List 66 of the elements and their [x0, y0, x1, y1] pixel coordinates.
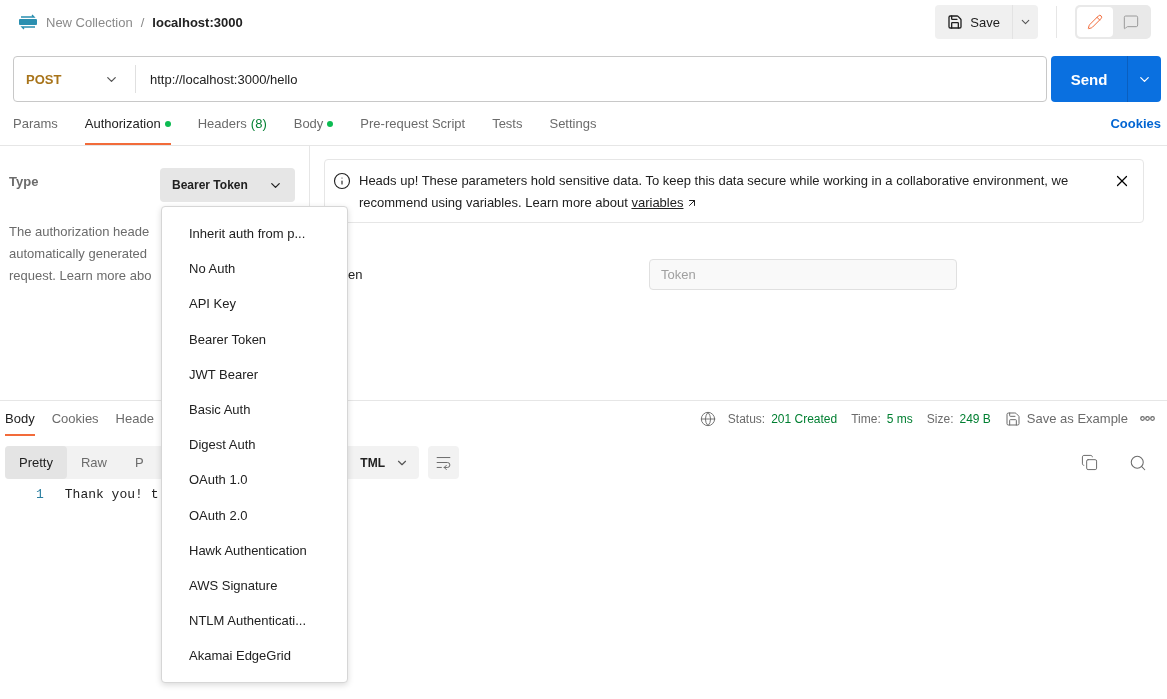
- token-field[interactable]: Token: [649, 259, 957, 290]
- menu-item[interactable]: Basic Auth: [162, 391, 347, 428]
- view-mode-tab[interactable]: P: [121, 446, 158, 479]
- breadcrumb-separator: /: [140, 14, 145, 30]
- wrap-button[interactable]: [428, 446, 459, 479]
- time-value: 5 ms: [886, 411, 913, 426]
- menu-item[interactable]: Akamai EdgeGrid: [162, 638, 347, 674]
- more-button[interactable]: [1140, 416, 1155, 421]
- menu-item[interactable]: Bearer Token: [162, 321, 347, 357]
- menu-item[interactable]: OAuth 1.0: [162, 462, 347, 498]
- globe-icon: [699, 410, 716, 427]
- collection-link[interactable]: New Collection: [46, 14, 133, 30]
- menu-item[interactable]: AWS Signature: [162, 567, 347, 604]
- size-value: 249 B: [959, 411, 991, 426]
- response-tab[interactable]: Body: [5, 401, 35, 436]
- copy-button[interactable]: [1081, 454, 1098, 471]
- save-example-button[interactable]: Save as Example: [1004, 410, 1134, 427]
- token-label: en: [348, 267, 364, 282]
- size-label: Size:: [926, 411, 954, 426]
- request-tab[interactable]: Tests: [492, 102, 523, 145]
- pencil-icon: [1087, 14, 1103, 30]
- auth-type-select[interactable]: Bearer Token: [160, 168, 295, 202]
- menu-item[interactable]: Digest Auth: [162, 427, 347, 463]
- menu-item[interactable]: OAuth 2.0: [162, 497, 347, 533]
- banner-text: Heads up! These parameters hold sensitive data. To keep this data secure while working in a collaborative environment, we recommend using variables. Learn more about variables: [359, 170, 1105, 214]
- info-icon: [333, 172, 351, 190]
- method-select[interactable]: POST: [14, 65, 136, 93]
- menu-item[interactable]: Hawk Authentication: [162, 532, 347, 568]
- request-tab[interactable]: Authorization: [84, 102, 171, 145]
- response-tab[interactable]: Cookies: [51, 401, 99, 436]
- save-icon: [1004, 410, 1021, 427]
- line-number: 1: [36, 487, 44, 502]
- save-icon: [947, 14, 964, 30]
- variables-link[interactable]: variables: [631, 192, 699, 214]
- description-line: automatically generated: [9, 246, 148, 262]
- url-field[interactable]: POST http://localhost:3000/hello: [13, 56, 1047, 102]
- copy-icon: [1081, 454, 1098, 471]
- menu-item[interactable]: API Key: [162, 286, 347, 322]
- status-label: Status:: [727, 411, 766, 426]
- view-mode-tab[interactable]: Pretty: [5, 446, 67, 479]
- description-line: The authorization heade: [9, 224, 150, 240]
- request-tab[interactable]: Params: [13, 102, 58, 145]
- language-select[interactable]: TML: [360, 446, 419, 479]
- request-tab[interactable]: Settings: [549, 102, 597, 145]
- search-button[interactable]: [1129, 453, 1147, 472]
- menu-item[interactable]: JWT Bearer: [162, 356, 347, 392]
- menu-item[interactable]: No Auth: [162, 251, 347, 287]
- search-icon: [1129, 453, 1147, 472]
- request-title: localhost:3000: [152, 14, 243, 30]
- code-line: Thank you! t: [64, 487, 159, 502]
- comment-icon: [1123, 14, 1139, 30]
- http-icon: [18, 13, 38, 31]
- view-mode-tab[interactable]: Raw: [66, 446, 121, 479]
- type-label: Type: [9, 174, 39, 189]
- menu-item[interactable]: Inherit auth from p...: [162, 216, 347, 252]
- description-line: request. Learn more abo: [9, 268, 152, 284]
- menu-item[interactable]: NTLM Authenticati...: [162, 603, 347, 639]
- more-icon: [1140, 416, 1155, 421]
- status-value: 201 Created: [771, 411, 838, 426]
- request-tab[interactable]: Pre-request Script: [360, 102, 466, 145]
- cookies-link[interactable]: Cookies: [1110, 116, 1161, 131]
- time-label: Time:: [851, 411, 881, 426]
- wrap-icon: [435, 454, 452, 471]
- request-tab[interactable]: Headers (8): [197, 102, 267, 145]
- response-tab[interactable]: Heade: [115, 401, 154, 436]
- request-tab[interactable]: Body: [293, 102, 334, 145]
